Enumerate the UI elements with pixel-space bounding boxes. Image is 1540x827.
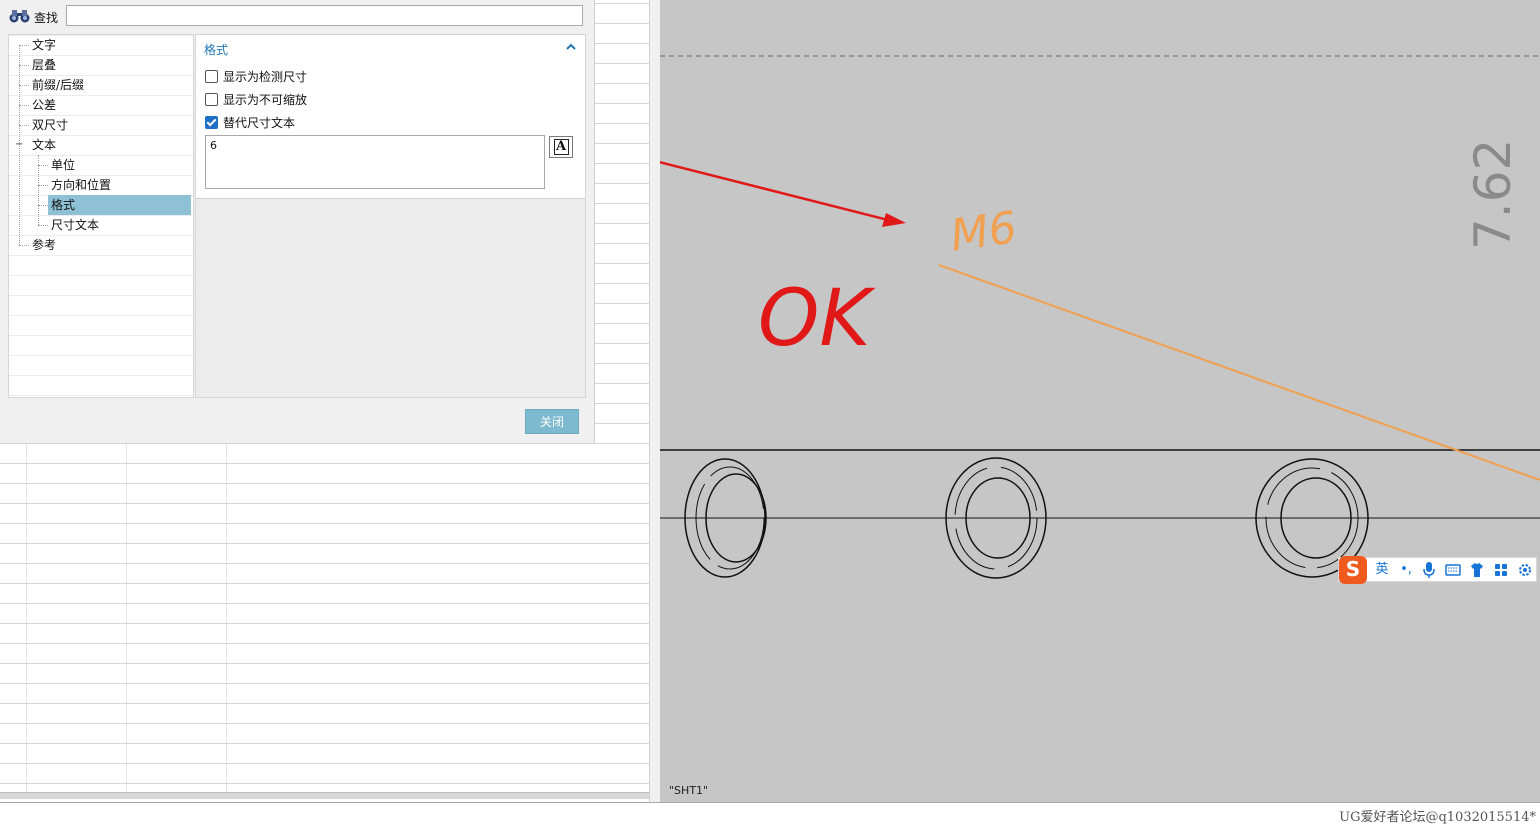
horizontal-scrollbar[interactable] bbox=[0, 792, 649, 799]
ime-toolbar[interactable]: S 英 •, bbox=[1338, 556, 1537, 584]
microphone-icon[interactable] bbox=[1421, 561, 1437, 579]
tree-item-reference[interactable]: 参考 bbox=[29, 235, 59, 255]
tree-guide-line bbox=[19, 245, 29, 246]
skin-icon[interactable] bbox=[1469, 561, 1485, 579]
tree-item-dual-dimension[interactable]: 双尺寸 bbox=[29, 115, 71, 135]
non-scalable-checkbox[interactable] bbox=[205, 93, 218, 106]
override-text-label: 替代尺寸文本 bbox=[223, 116, 296, 130]
annotation-arrow bbox=[660, 160, 893, 223]
tree-item-units[interactable]: 单位 bbox=[48, 155, 78, 175]
find-label: 查找 bbox=[34, 11, 59, 25]
find-input[interactable] bbox=[66, 5, 583, 26]
text-editor-button[interactable]: A bbox=[549, 136, 573, 158]
tree-guide-line bbox=[19, 45, 29, 46]
close-button[interactable]: 关闭 bbox=[525, 409, 579, 434]
format-panel: 格式 显示为检测尺寸 显示为不可缩放 替代尺寸文本 6 A bbox=[195, 34, 586, 398]
sogou-logo-icon[interactable]: S bbox=[1339, 556, 1367, 584]
tree-guide-line bbox=[38, 165, 48, 166]
non-scalable-label: 显示为不可缩放 bbox=[223, 93, 308, 107]
tree-item-text-style[interactable]: 文字 bbox=[29, 35, 59, 55]
tree-guide-line bbox=[19, 105, 29, 106]
override-text-checkbox[interactable] bbox=[205, 116, 218, 129]
override-text-field[interactable]: 6 bbox=[205, 135, 545, 189]
punctuation-toggle[interactable]: •, bbox=[1397, 561, 1415, 579]
tree-guide-line bbox=[38, 205, 48, 206]
tree-guide-line bbox=[19, 65, 29, 66]
settings-dialog: 查找 − 文字 层叠 前缀/后缀 公差 双尺寸 文本 单位 方向和位置 格式 尺… bbox=[0, 0, 595, 444]
tree-item-format[interactable]: 格式 bbox=[48, 195, 191, 215]
leader-line bbox=[938, 264, 1540, 481]
tree-item-stacking[interactable]: 层叠 bbox=[29, 55, 59, 75]
sheet-name-label: "SHT1" bbox=[669, 784, 709, 797]
rotated-dimension-text[interactable]: 7.62 bbox=[1464, 139, 1522, 250]
tree-guide-line bbox=[19, 125, 29, 126]
dimension-text-m6[interactable]: M6 bbox=[947, 202, 1019, 262]
tree-item-prefix-suffix[interactable]: 前缀/后缀 bbox=[29, 75, 87, 95]
tree-guide-line bbox=[19, 85, 29, 86]
section-title: 格式 bbox=[204, 43, 229, 57]
settings-tree: − 文字 层叠 前缀/后缀 公差 双尺寸 文本 单位 方向和位置 格式 尺寸文本… bbox=[8, 34, 194, 398]
inspection-dimension-checkbox[interactable] bbox=[205, 70, 218, 83]
apps-icon[interactable] bbox=[1493, 561, 1509, 579]
handwritten-ok-note: OK bbox=[758, 274, 876, 364]
drawing-graphics: M6 7.62 OK bbox=[660, 55, 1540, 579]
ime-mode-toggle[interactable]: 英 bbox=[1373, 561, 1391, 579]
tree-item-text[interactable]: 文本 bbox=[29, 135, 59, 155]
forum-watermark: UG爱好者论坛@q1032015514* bbox=[1339, 810, 1536, 825]
status-bar bbox=[0, 802, 1540, 827]
tree-item-orientation-position[interactable]: 方向和位置 bbox=[48, 175, 114, 195]
format-group: 格式 显示为检测尺寸 显示为不可缩放 替代尺寸文本 6 A bbox=[196, 35, 585, 199]
drawing-canvas[interactable]: M6 7.62 OK "SHT1" bbox=[660, 0, 1540, 802]
binoculars-icon[interactable] bbox=[8, 8, 32, 24]
tree-item-tolerance[interactable]: 公差 bbox=[29, 95, 59, 115]
settings-icon[interactable] bbox=[1517, 561, 1533, 579]
tree-item-dimension-text[interactable]: 尺寸文本 bbox=[48, 215, 102, 235]
tree-guide-line bbox=[38, 185, 48, 186]
tree-guide-line bbox=[38, 225, 48, 226]
text-format-icon: A bbox=[553, 139, 569, 155]
keyboard-icon[interactable] bbox=[1445, 561, 1461, 579]
chevron-up-icon[interactable] bbox=[565, 41, 577, 53]
inspection-dimension-label: 显示为检测尺寸 bbox=[223, 70, 308, 84]
collapse-node-icon[interactable]: − bbox=[15, 140, 23, 150]
annotation-arrowhead bbox=[882, 213, 906, 227]
